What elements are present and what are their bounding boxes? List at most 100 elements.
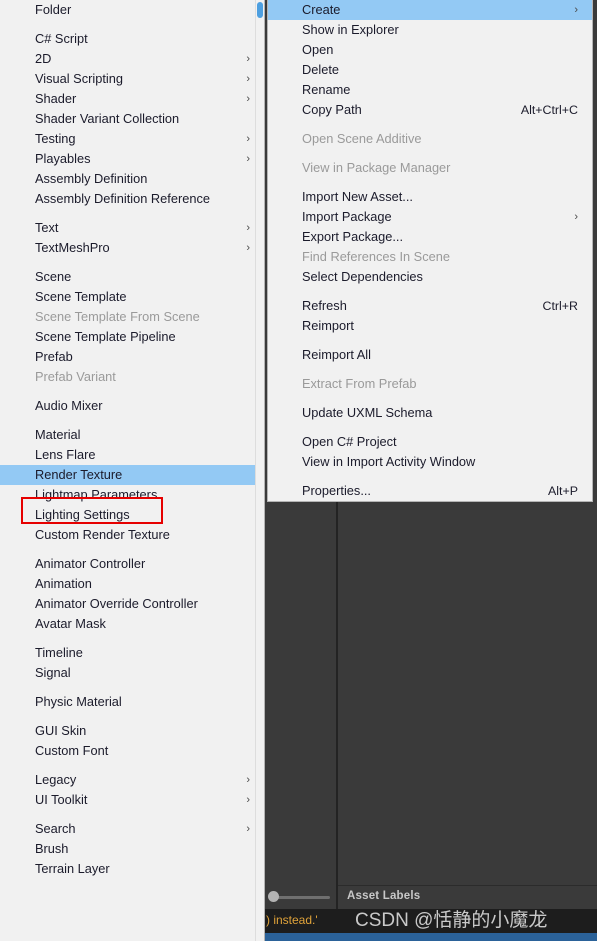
menu-separator: [268, 423, 592, 432]
menu-item-label: Animator Override Controller: [35, 596, 198, 611]
menu-item-physic-material[interactable]: Physic Material: [0, 692, 264, 712]
menu-item-gui-skin[interactable]: GUI Skin: [0, 721, 264, 741]
menu-item-view-in-import-activity-window[interactable]: View in Import Activity Window: [268, 452, 592, 472]
menu-separator: [0, 634, 264, 643]
menu-item-text[interactable]: Text ›: [0, 218, 264, 238]
menu-item-open[interactable]: Open: [268, 40, 592, 60]
thumbnail-size-slider-track[interactable]: [272, 896, 330, 899]
menu-item-prefab-variant: Prefab Variant: [0, 367, 264, 387]
menu-item-label: Search: [35, 821, 76, 836]
menu-item-label: Physic Material: [35, 694, 122, 709]
menu-item-avatar-mask[interactable]: Avatar Mask: [0, 614, 264, 634]
menu-item-search[interactable]: Search ›: [0, 819, 264, 839]
menu-item-export-package[interactable]: Export Package...: [268, 227, 592, 247]
menu-item-label: Delete: [302, 62, 339, 77]
menu-item-textmeshpro[interactable]: TextMeshPro ›: [0, 238, 264, 258]
menu-item-select-dependencies[interactable]: Select Dependencies: [268, 267, 592, 287]
menu-item-shortcut: Ctrl+R: [542, 299, 578, 313]
status-bar: [265, 933, 597, 941]
menu-item-label: Open Scene Additive: [302, 131, 422, 146]
menu-item-label: Custom Font: [35, 743, 109, 758]
menu-item-shader-variant-collection[interactable]: Shader Variant Collection: [0, 109, 264, 129]
menu-separator: [0, 209, 264, 218]
menu-item-assembly-definition[interactable]: Assembly Definition: [0, 169, 264, 189]
menu-separator: [268, 178, 592, 187]
menu-item-playables[interactable]: Playables ›: [0, 149, 264, 169]
menu-item-reimport-all[interactable]: Reimport All: [268, 345, 592, 365]
menu-item-label: Render Texture: [35, 467, 123, 482]
scrollbar-thumb[interactable]: [257, 2, 263, 18]
menu-item-delete[interactable]: Delete: [268, 60, 592, 80]
asset-context-menu[interactable]: Create › Show in Explorer Open Delete Rename C…: [267, 0, 593, 502]
menu-item-label: Assembly Definition Reference: [35, 191, 210, 206]
menu-item-show-in-explorer[interactable]: Show in Explorer: [268, 20, 592, 40]
menu-item-copy-path[interactable]: Copy Path Alt+Ctrl+C: [268, 100, 592, 120]
menu-item-label: Import Package: [302, 209, 392, 224]
menu-item-assembly-definition-reference[interactable]: Assembly Definition Reference: [0, 189, 264, 209]
menu-item-lens-flare[interactable]: Lens Flare: [0, 445, 264, 465]
menu-item-legacy[interactable]: Legacy ›: [0, 770, 264, 790]
menu-item-c-script[interactable]: C# Script: [0, 29, 264, 49]
menu-item-label: Avatar Mask: [35, 616, 106, 631]
menu-item-label: Scene Template From Scene: [35, 309, 200, 324]
menu-item-label: Signal: [35, 665, 71, 680]
menu-item-animator-controller[interactable]: Animator Controller: [0, 554, 264, 574]
menu-item-render-texture[interactable]: Render Texture: [0, 465, 264, 485]
menu-item-terrain-layer[interactable]: Terrain Layer: [0, 859, 264, 879]
menu-item-import-new-asset[interactable]: Import New Asset...: [268, 187, 592, 207]
create-submenu-scrollbar[interactable]: [255, 0, 264, 941]
menu-item-label: Assembly Definition: [35, 171, 148, 186]
menu-item-rename[interactable]: Rename: [268, 80, 592, 100]
menu-item-create[interactable]: Create ›: [268, 0, 592, 20]
chevron-right-icon: ›: [574, 4, 578, 16]
menu-item-label: Material: [35, 427, 81, 442]
csdn-watermark: CSDN @恬静的小魔龙: [355, 910, 548, 931]
thumbnail-size-slider-knob[interactable]: [268, 891, 279, 902]
menu-item-folder[interactable]: Folder: [0, 0, 264, 20]
menu-separator: [0, 258, 264, 267]
menu-item-reimport[interactable]: Reimport: [268, 316, 592, 336]
menu-item-visual-scripting[interactable]: Visual Scripting ›: [0, 69, 264, 89]
menu-item-import-package[interactable]: Import Package ›: [268, 207, 592, 227]
menu-item-lighting-settings[interactable]: Lighting Settings: [0, 505, 264, 525]
menu-item-scene-template-pipeline[interactable]: Scene Template Pipeline: [0, 327, 264, 347]
menu-separator: [0, 761, 264, 770]
menu-item-2d[interactable]: 2D ›: [0, 49, 264, 69]
menu-item-material[interactable]: Material: [0, 425, 264, 445]
menu-item-brush[interactable]: Brush: [0, 839, 264, 859]
menu-item-custom-font[interactable]: Custom Font: [0, 741, 264, 761]
menu-item-properties[interactable]: Properties... Alt+P: [268, 481, 592, 501]
menu-item-refresh[interactable]: Refresh Ctrl+R: [268, 296, 592, 316]
menu-separator: [0, 683, 264, 692]
menu-item-open-scene-additive: Open Scene Additive: [268, 129, 592, 149]
menu-item-timeline[interactable]: Timeline: [0, 643, 264, 663]
menu-separator: [268, 149, 592, 158]
chevron-right-icon: ›: [574, 211, 578, 223]
menu-item-custom-render-texture[interactable]: Custom Render Texture: [0, 525, 264, 545]
menu-item-prefab[interactable]: Prefab: [0, 347, 264, 367]
menu-item-label: Open: [302, 42, 334, 57]
menu-item-audio-mixer[interactable]: Audio Mixer: [0, 396, 264, 416]
menu-item-label: Scene Template: [35, 289, 127, 304]
menu-item-label: Prefab: [35, 349, 73, 364]
menu-item-view-in-package-manager: View in Package Manager: [268, 158, 592, 178]
create-submenu[interactable]: Folder C# Script 2D › Visual Scripting › Shade…: [0, 0, 265, 941]
menu-item-open-c-project[interactable]: Open C# Project: [268, 432, 592, 452]
menu-item-label: Lens Flare: [35, 447, 96, 462]
menu-item-lightmap-parameters[interactable]: Lightmap Parameters: [0, 485, 264, 505]
menu-item-scene-template[interactable]: Scene Template: [0, 287, 264, 307]
menu-item-scene-template-from-scene: Scene Template From Scene: [0, 307, 264, 327]
menu-item-animation[interactable]: Animation: [0, 574, 264, 594]
menu-item-ui-toolkit[interactable]: UI Toolkit ›: [0, 790, 264, 810]
menu-item-shader[interactable]: Shader ›: [0, 89, 264, 109]
menu-item-label: Timeline: [35, 645, 83, 660]
menu-item-scene[interactable]: Scene: [0, 267, 264, 287]
menu-item-animator-override-controller[interactable]: Animator Override Controller: [0, 594, 264, 614]
menu-item-testing[interactable]: Testing ›: [0, 129, 264, 149]
menu-item-update-uxml-schema[interactable]: Update UXML Schema: [268, 403, 592, 423]
menu-item-label: Folder: [35, 2, 72, 17]
menu-item-label: Scene: [35, 269, 72, 284]
menu-item-label: Visual Scripting: [35, 71, 123, 86]
menu-item-signal[interactable]: Signal: [0, 663, 264, 683]
menu-item-label: Copy Path: [302, 102, 362, 117]
